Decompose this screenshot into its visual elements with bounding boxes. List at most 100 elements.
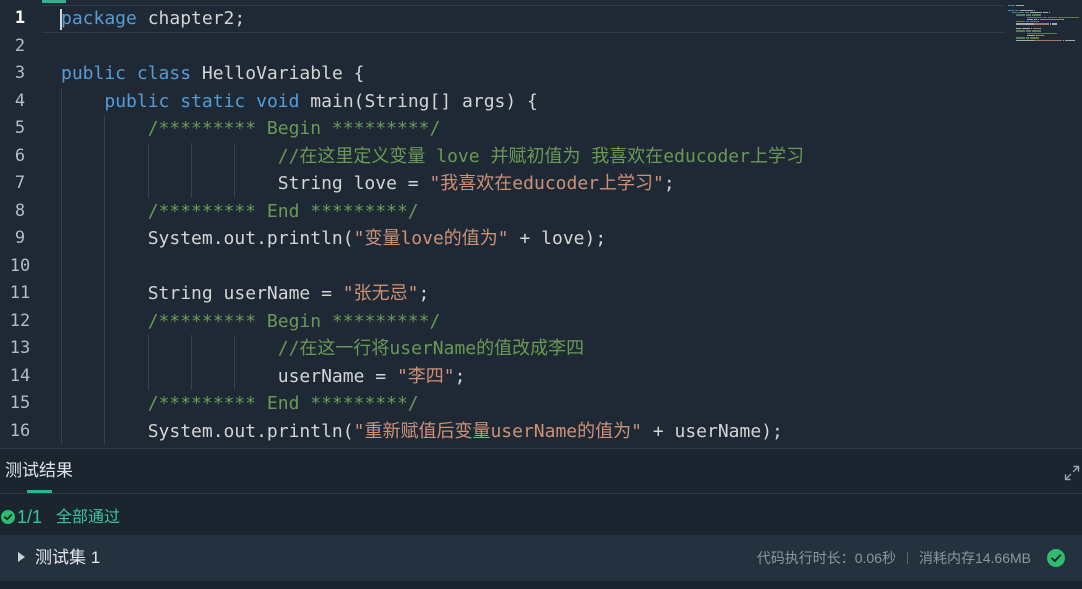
- code-text[interactable]: String love = "我喜欢在educoder上学习";: [61, 170, 675, 198]
- minimap-mark: [1015, 37, 1026, 39]
- code-text[interactable]: /********* Begin *********/: [61, 115, 441, 143]
- tab-test-results[interactable]: 测试结果: [5, 449, 73, 493]
- panel-header: 测试结果: [0, 449, 1082, 494]
- code-token-plain: userName =: [61, 365, 397, 387]
- line-number: 12: [9, 310, 31, 331]
- code-text[interactable]: System.out.println("变量love的值为" + love);: [61, 225, 607, 253]
- code-text[interactable]: //在这一行将userName的值改成李四: [61, 335, 584, 363]
- minimap-mark: [1048, 11, 1050, 14]
- code-text[interactable]: public class HelloVariable {: [61, 60, 364, 88]
- code-text[interactable]: /********* Begin *********/: [61, 308, 441, 336]
- minimap-mark: [1026, 14, 1031, 16]
- code-text[interactable]: System.out.println("重新赋值后变量userName的值为" …: [61, 418, 783, 446]
- code-line[interactable]: 15 /********* End *********/: [0, 390, 1005, 418]
- line-number: 16: [9, 420, 31, 441]
- minimap-mark: [1035, 34, 1037, 37]
- code-token-comment: /********* End *********/: [147, 200, 419, 222]
- code-text[interactable]: public static void main(String[] args) {: [61, 88, 538, 116]
- minimap-mark: [1015, 30, 1026, 32]
- code-line[interactable]: 3 public class HelloVariable {: [0, 60, 1005, 88]
- code-text[interactable]: package chapter2;: [61, 5, 245, 33]
- minimap-mark: [1043, 16, 1047, 18]
- pass-count: 1/1: [17, 507, 43, 527]
- code-line[interactable]: 4 public static void main(String[] args)…: [0, 87, 1005, 116]
- code-token-string: "我喜欢在educoder上学习": [429, 173, 664, 194]
- code-token-plain: ;: [663, 173, 675, 194]
- minimap-mark: [1027, 34, 1035, 37]
- minimap-mark: [1018, 11, 1025, 14]
- code-line[interactable]: 13 //在这一行将userName的值改成李四: [0, 335, 1005, 363]
- line-number: 11: [9, 283, 31, 303]
- code-token-plain: + userName);: [641, 420, 783, 442]
- code-text[interactable]: String userName = "张无忌";: [61, 280, 430, 308]
- code-token-string: "重新赋值后变量userName的值为": [353, 420, 642, 442]
- minimap-mark: [1020, 9, 1033, 11]
- test-results-panel: 测试结果 1/1 全部通过 测试集 1 代码执行时长：0.06秒 消耗内存14.…: [0, 448, 1082, 589]
- minimap-mark: [1051, 23, 1058, 25]
- minimap-mark: [1015, 23, 1034, 25]
- line-number: 14: [9, 365, 31, 386]
- minimap-mark: [1015, 28, 1022, 30]
- minimap-mark: [1033, 23, 1049, 25]
- minimap-mark: [1026, 30, 1031, 32]
- code-token-plain: ;: [454, 365, 466, 387]
- minimap-mark: [1049, 23, 1051, 25]
- minimap[interactable]: [1008, 5, 1082, 45]
- code-token-plain: System.out.println(: [61, 228, 354, 249]
- test-set-row[interactable]: 测试集 1 代码执行时长：0.06秒 消耗内存14.66MB: [0, 535, 1082, 581]
- minimap-mark: [1014, 9, 1020, 11]
- results-summary: 1/1 全部通过: [0, 495, 1082, 536]
- code-line[interactable]: 14 userName = "李四";: [0, 362, 1005, 391]
- minimap-mark: [1026, 21, 1029, 23]
- code-text[interactable]: userName = "李四";: [61, 363, 466, 391]
- code-line[interactable]: 11 String userName = "张无忌";: [0, 280, 1005, 308]
- code-line[interactable]: 8 /********* End *********/: [0, 197, 1005, 226]
- code-token-plain: + love);: [508, 228, 607, 249]
- minimap-mark: [1043, 34, 1045, 37]
- minimap-mark: [1030, 28, 1032, 30]
- code-line[interactable]: 1 package chapter2;: [0, 5, 1005, 33]
- code-line[interactable]: 2: [0, 33, 1005, 61]
- code-token-plain: main(String[] args) {: [299, 90, 538, 112]
- code-line[interactable]: 5 /********* Begin *********/: [0, 115, 1005, 143]
- minimap-mark: [1015, 21, 1026, 23]
- code-line[interactable]: 12 /********* Begin *********/: [0, 307, 1005, 336]
- code-line[interactable]: 7 String love = "我喜欢在educoder上学习";: [0, 170, 1005, 198]
- minimap-mark: [1058, 16, 1080, 18]
- line-number: 2: [14, 35, 26, 56]
- minimap-mark: [1008, 9, 1014, 11]
- minimap-mark: [1032, 28, 1041, 30]
- indent-guide: [61, 252, 62, 280]
- minimap-mark: [1033, 39, 1063, 41]
- code-line[interactable]: 9 System.out.println("变量love的值为" + love)…: [0, 225, 1005, 253]
- expand-icon[interactable]: [1064, 465, 1080, 481]
- code-text[interactable]: /********* End *********/: [61, 198, 419, 226]
- code-token-comment: /********* End *********/: [147, 393, 419, 414]
- minimap-mark: [1033, 18, 1038, 21]
- code-line[interactable]: 10: [0, 252, 1005, 280]
- code-text[interactable]: /********* End *********/: [61, 390, 419, 418]
- minimap-mark: [1029, 11, 1043, 14]
- minimap-mark: [1029, 37, 1040, 39]
- minimap-mark: [1040, 28, 1042, 30]
- minimap-mark: [1008, 5, 1015, 7]
- code-token-keyword: public: [61, 63, 127, 84]
- code-line[interactable]: 6 //在这里定义变量 love 并赋初值为 我喜欢在educoder上学习: [0, 142, 1005, 171]
- code-text[interactable]: //在这里定义变量 love 并赋初值为 我喜欢在educoder上学习: [61, 143, 804, 171]
- line-number: 7: [14, 173, 26, 193]
- code-line[interactable]: 16 System.out.println("重新赋值后变量userName的值…: [0, 417, 1005, 446]
- caret-right-icon[interactable]: [18, 552, 25, 562]
- code-token-string: "李四": [396, 365, 455, 387]
- code-token-keyword: class: [136, 63, 192, 84]
- code-lines[interactable]: 1 package chapter2; 2 3 public class HelloVa…: [0, 5, 1005, 448]
- minimap-mark: [1027, 18, 1033, 21]
- code-editor[interactable]: 1 package chapter2; 2 3 public class HelloVa…: [0, 0, 1082, 448]
- minimap-mark: [1027, 32, 1058, 34]
- minimap-mark: [1038, 18, 1040, 21]
